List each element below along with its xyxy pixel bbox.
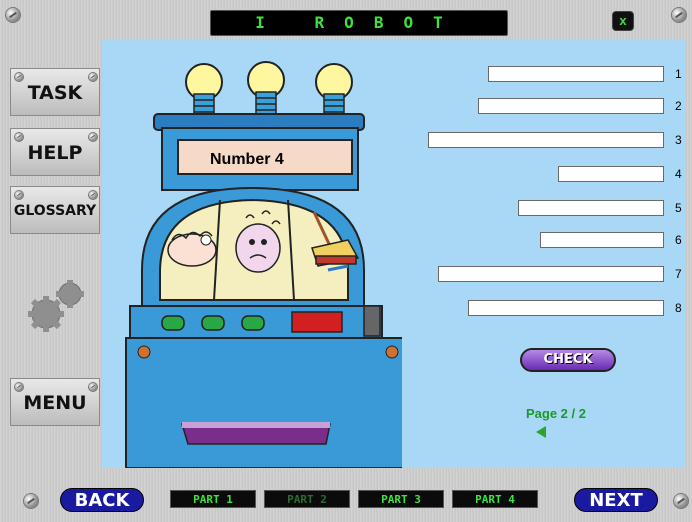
answer-number: 3 xyxy=(675,133,682,147)
glossary-label: GLOSSARY xyxy=(13,203,97,219)
answer-row: 6 xyxy=(102,232,686,248)
content-panel: Number 4 1 2 3 4 5 6 7 8 CHECK Page 2 / … xyxy=(102,40,686,468)
answer-input[interactable] xyxy=(558,166,664,182)
answer-input[interactable] xyxy=(468,300,664,316)
answer-input[interactable] xyxy=(518,200,664,216)
slot-button[interactable] xyxy=(201,315,225,331)
answer-input[interactable] xyxy=(478,98,664,114)
next-label: NEXT xyxy=(589,490,643,511)
answer-row: 8 xyxy=(102,300,686,316)
menu-label: MENU xyxy=(23,392,87,414)
screw-icon xyxy=(672,8,686,22)
answer-number: 5 xyxy=(675,201,682,215)
answer-row: 3 xyxy=(102,132,686,148)
check-button[interactable]: CHECK xyxy=(520,348,616,372)
screw-icon xyxy=(15,73,23,81)
slot-button[interactable] xyxy=(241,315,265,331)
answer-number: 4 xyxy=(675,167,682,181)
answer-number: 2 xyxy=(675,99,682,113)
part-1-button[interactable]: PART 1 xyxy=(170,490,256,508)
part-4-button[interactable]: PART 4 xyxy=(452,490,538,508)
screw-icon xyxy=(24,494,38,508)
part-2-button[interactable]: PART 2 xyxy=(264,490,350,508)
screw-icon xyxy=(15,191,23,199)
screw-icon xyxy=(674,494,688,508)
back-button[interactable]: BACK xyxy=(60,488,144,512)
page-indicator: Page 2 / 2 xyxy=(526,406,586,421)
answer-input[interactable] xyxy=(540,232,664,248)
app-title: I ROBOT xyxy=(210,10,508,36)
answer-row: 4 xyxy=(102,166,686,182)
answer-row: 2 xyxy=(102,98,686,114)
answer-input[interactable] xyxy=(428,132,664,148)
answer-row: 7 xyxy=(102,266,686,282)
next-button[interactable]: NEXT xyxy=(574,488,658,512)
screw-icon xyxy=(89,73,97,81)
menu-button[interactable]: MENU xyxy=(10,378,100,426)
previous-page-arrow[interactable] xyxy=(536,426,546,438)
answer-row: 5 xyxy=(102,200,686,216)
answer-input[interactable] xyxy=(488,66,664,82)
answer-number: 8 xyxy=(675,301,682,315)
part-3-button[interactable]: PART 3 xyxy=(358,490,444,508)
glossary-button[interactable]: GLOSSARY xyxy=(10,186,100,234)
screw-icon xyxy=(89,191,97,199)
answer-number: 7 xyxy=(675,267,682,281)
answer-number: 6 xyxy=(675,233,682,247)
screw-icon xyxy=(89,133,97,141)
help-label: HELP xyxy=(27,142,83,164)
gears-icon xyxy=(28,280,84,332)
close-button[interactable]: x xyxy=(612,11,634,31)
task-label: TASK xyxy=(27,82,83,104)
task-button[interactable]: TASK xyxy=(10,68,100,116)
screw-icon xyxy=(89,383,97,391)
help-button[interactable]: HELP xyxy=(10,128,100,176)
slot-button[interactable] xyxy=(161,315,185,331)
answer-number: 1 xyxy=(675,67,682,81)
screw-icon xyxy=(6,8,20,22)
answer-input[interactable] xyxy=(438,266,664,282)
screw-icon xyxy=(15,133,23,141)
answer-row: 1 xyxy=(102,66,686,82)
back-label: BACK xyxy=(74,490,130,511)
app-window: I ROBOT x TASK HELP GLOSSARY MENU Number… xyxy=(0,0,692,522)
screw-icon xyxy=(15,383,23,391)
